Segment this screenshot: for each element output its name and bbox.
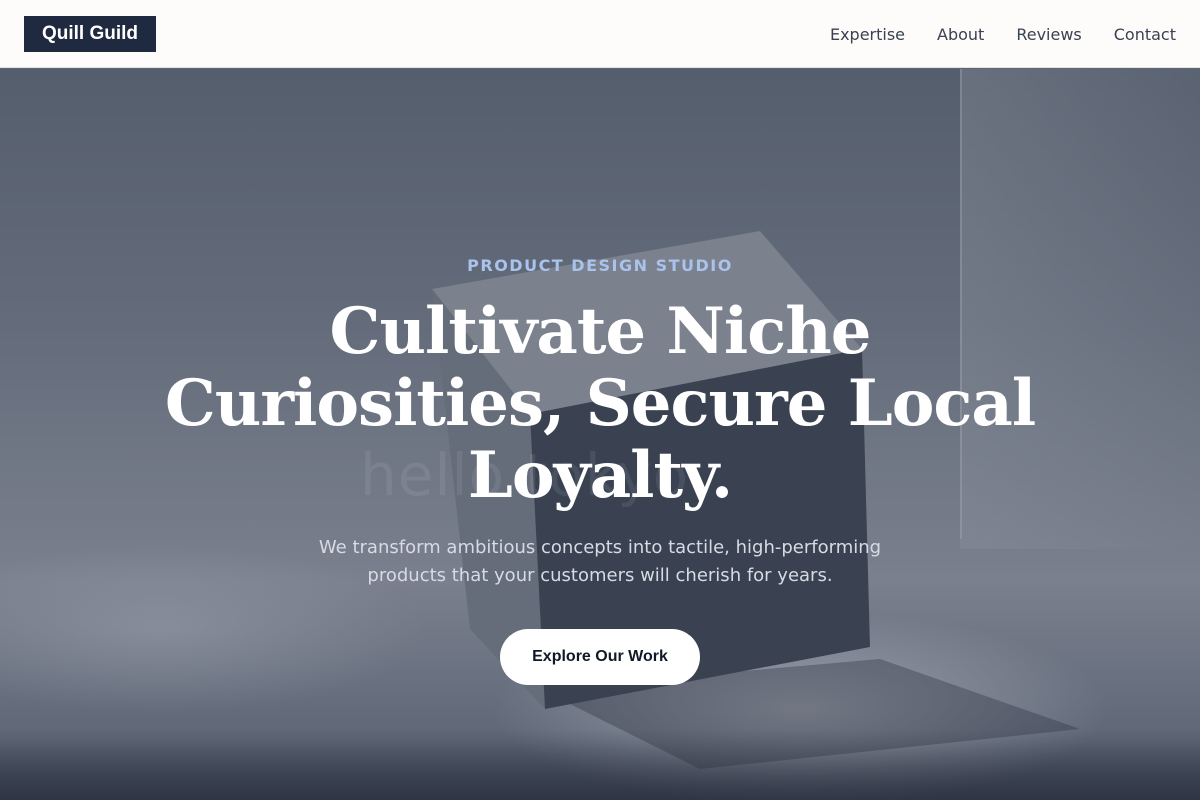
top-navbar: Quill Guild Expertise About Reviews Cont… [0, 0, 1200, 68]
nav-link-reviews[interactable]: Reviews [1016, 25, 1081, 44]
nav-link-about[interactable]: About [937, 25, 984, 44]
hero-subtext: We transform ambitious concepts into tac… [318, 537, 882, 586]
nav-link-contact[interactable]: Contact [1114, 25, 1176, 44]
primary-nav: Expertise About Reviews Contact [798, 0, 1176, 68]
nav-link-expertise[interactable]: Expertise [830, 25, 905, 44]
explore-work-button[interactable]: Explore Our Work [500, 629, 700, 685]
hero-headline: Cultivate Niche Curiosities, Secure Loca… [164, 294, 1036, 513]
hero-kicker: PRODUCT DESIGN STUDIO [467, 256, 733, 275]
brand-logo[interactable]: Quill Guild [24, 16, 156, 52]
hero-bottom-shade [0, 729, 1200, 800]
